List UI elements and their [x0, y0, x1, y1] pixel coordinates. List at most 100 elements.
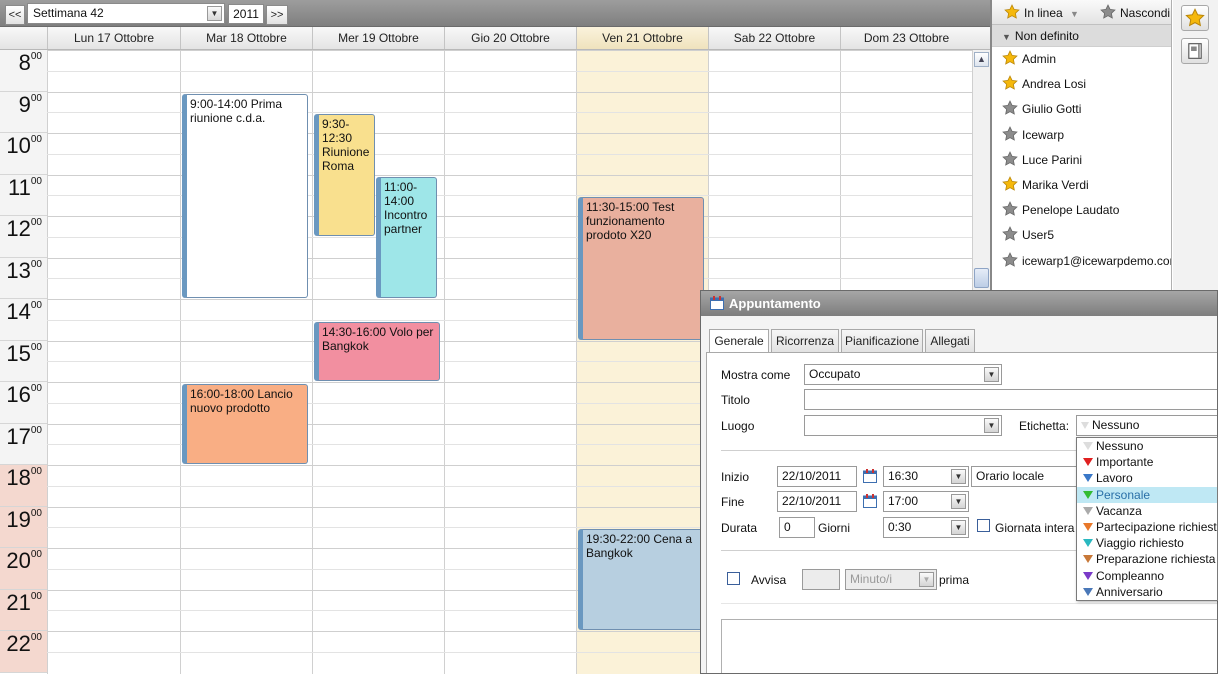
- chevron-down-icon: ▼: [1070, 9, 1079, 19]
- day-header-6[interactable]: Dom 23 Ottobre: [840, 27, 972, 49]
- chevron-down-icon[interactable]: ▼: [207, 6, 222, 21]
- tab-allegati[interactable]: Allegati: [925, 329, 975, 353]
- tab-ricorrenza[interactable]: Ricorrenza: [771, 329, 839, 353]
- dialog-title-bar[interactable]: Appuntamento: [701, 291, 1217, 316]
- chevron-down-icon[interactable]: ▼: [951, 520, 966, 535]
- contact-item[interactable]: Icewarp: [992, 123, 1171, 148]
- day-header-4[interactable]: Ven 21 Ottobre: [576, 27, 708, 49]
- timezone-select[interactable]: Orario locale: [971, 466, 1081, 487]
- hour-number: 8: [18, 50, 31, 75]
- hide-button[interactable]: Nascondi: [1100, 4, 1170, 20]
- scroll-up-arrow-icon[interactable]: ▲: [974, 52, 989, 67]
- tag-option[interactable]: Viaggio richiesto: [1077, 535, 1217, 551]
- status-select[interactable]: In linea ▼: [1004, 4, 1079, 20]
- contact-item[interactable]: Penelope Laudato: [992, 198, 1171, 223]
- tag-option[interactable]: Lavoro: [1077, 470, 1217, 486]
- contact-name: icewarp1@icewarpdemo.com: [1022, 253, 1172, 268]
- tag-option[interactable]: Personale: [1077, 486, 1217, 503]
- chevron-down-icon[interactable]: ▼: [984, 367, 999, 382]
- reminder-checkbox[interactable]: [727, 572, 740, 585]
- tab-generale[interactable]: Generale: [709, 329, 769, 353]
- day-header-0[interactable]: Lun 17 Ottobre: [47, 27, 180, 49]
- star-icon: [1002, 176, 1018, 191]
- contact-group-header[interactable]: ▼ Non definito: [992, 25, 1171, 47]
- contact-item[interactable]: User5: [992, 223, 1171, 248]
- scroll-thumb[interactable]: [974, 268, 989, 288]
- calendar-event[interactable]: 9:30-12:30 Riunione Roma: [314, 114, 375, 236]
- contact-item[interactable]: Admin: [992, 47, 1171, 72]
- chevron-down-icon[interactable]: ▼: [984, 418, 999, 433]
- title-label: Titolo: [721, 393, 750, 407]
- previous-week-button[interactable]: <<: [5, 5, 25, 25]
- hour-number: 14: [6, 299, 31, 324]
- chevron-down-icon[interactable]: ▼: [951, 494, 966, 509]
- start-date-input[interactable]: 22/10/2011: [777, 466, 857, 487]
- duration-time-select[interactable]: 0:30 ▼: [883, 517, 969, 538]
- week-select[interactable]: Settimana 42 ▼: [27, 3, 225, 24]
- duration-days-input[interactable]: 0: [779, 517, 815, 538]
- contact-item[interactable]: icewarp1@icewarpdemo.com: [992, 249, 1171, 274]
- side-toolbar: [1173, 0, 1218, 295]
- next-week-button[interactable]: >>: [266, 5, 288, 25]
- show-as-select[interactable]: Occupato ▼: [804, 364, 1002, 385]
- calendar-event[interactable]: 14:30-16:00 Volo per Bangkok: [314, 321, 440, 381]
- year-field[interactable]: 2011: [228, 4, 264, 24]
- calendar-event[interactable]: 9:00-14:00 Prima riunione c.d.a.: [182, 93, 308, 298]
- calendar-event[interactable]: 11:30-15:00 Test funzionamento prodoto X…: [578, 197, 704, 340]
- calendar-event[interactable]: 16:00-18:00 Lancio nuovo prodotto: [182, 384, 308, 464]
- day-header-3[interactable]: Gio 20 Ottobre: [444, 27, 576, 49]
- calendar-icon[interactable]: [862, 493, 878, 509]
- tag-option[interactable]: Vacanza: [1077, 503, 1217, 519]
- address-book-button[interactable]: [1181, 38, 1209, 64]
- tab-pianificazione[interactable]: Pianificazione: [841, 329, 923, 353]
- hour-label: 1200: [0, 216, 47, 258]
- grid-scrollbar[interactable]: ▲: [972, 50, 990, 290]
- contact-item[interactable]: Luce Parini: [992, 148, 1171, 173]
- contact-item[interactable]: Marika Verdi: [992, 173, 1171, 198]
- hour-minutes: 00: [30, 507, 42, 519]
- tag-option[interactable]: Partecipazione richiesta: [1077, 519, 1217, 535]
- favorites-button[interactable]: [1181, 5, 1209, 31]
- contact-name: Giulio Gotti: [1022, 102, 1082, 117]
- end-time-select[interactable]: 17:00 ▼: [883, 491, 969, 512]
- contact-item[interactable]: Giulio Gotti: [992, 97, 1171, 122]
- contact-name: Andrea Losi: [1022, 77, 1087, 92]
- reminder-amount-input[interactable]: [802, 569, 840, 590]
- tag-dropdown-list: Nessuno Importante Lavoro Personale Vacanza P…: [1076, 437, 1218, 601]
- tag-option[interactable]: Importante: [1077, 454, 1217, 470]
- star-icon: [1004, 4, 1020, 19]
- hour-label: 2100: [0, 589, 47, 631]
- chevron-down-icon[interactable]: ▼: [919, 572, 934, 587]
- day-header-1[interactable]: Mar 18 Ottobre: [180, 27, 312, 49]
- end-date-input[interactable]: 22/10/2011: [777, 491, 857, 512]
- all-day-checkbox[interactable]: [977, 519, 990, 532]
- chevron-down-icon[interactable]: ▼: [951, 469, 966, 484]
- tag-option[interactable]: Preparazione richiesta: [1077, 551, 1217, 567]
- funnel-icon: [1083, 506, 1093, 515]
- tag-option[interactable]: Nessuno: [1077, 438, 1217, 454]
- hide-label: Nascondi: [1120, 6, 1171, 20]
- collapse-triangle-icon: ▼: [1002, 32, 1011, 42]
- contact-item[interactable]: Andrea Losi: [992, 72, 1171, 97]
- calendar-icon[interactable]: [862, 468, 878, 484]
- day-header-5[interactable]: Sab 22 Ottobre: [708, 27, 840, 49]
- status-label: In linea: [1024, 6, 1063, 20]
- star-icon: [1002, 75, 1018, 90]
- contact-list: In linea ▼ Nascondi ▼ Non definito Admin A…: [992, 0, 1172, 295]
- show-as-label: Mostra come: [721, 368, 791, 382]
- funnel-icon: [1083, 587, 1093, 596]
- calendar-event[interactable]: 19:30-22:00 Cena a Bangkok: [578, 529, 704, 630]
- hour-label: 1400: [0, 299, 47, 341]
- notes-textarea[interactable]: [721, 619, 1217, 673]
- tag-select[interactable]: Nessuno: [1076, 415, 1217, 436]
- calendar-event[interactable]: 11:00-14:00 Incontro partner: [376, 176, 437, 298]
- title-input[interactable]: [804, 389, 1217, 410]
- reminder-unit-select[interactable]: Minuto/i ▼: [845, 569, 937, 590]
- hour-line: [47, 50, 972, 51]
- tag-option-label: Preparazione richiesta: [1096, 552, 1216, 567]
- day-header-2[interactable]: Mer 19 Ottobre: [312, 27, 444, 49]
- location-select[interactable]: ▼: [804, 415, 1002, 436]
- start-time-select[interactable]: 16:30 ▼: [883, 466, 969, 487]
- tag-option[interactable]: Compleanno: [1077, 568, 1217, 584]
- tag-option[interactable]: Anniversario: [1077, 584, 1217, 600]
